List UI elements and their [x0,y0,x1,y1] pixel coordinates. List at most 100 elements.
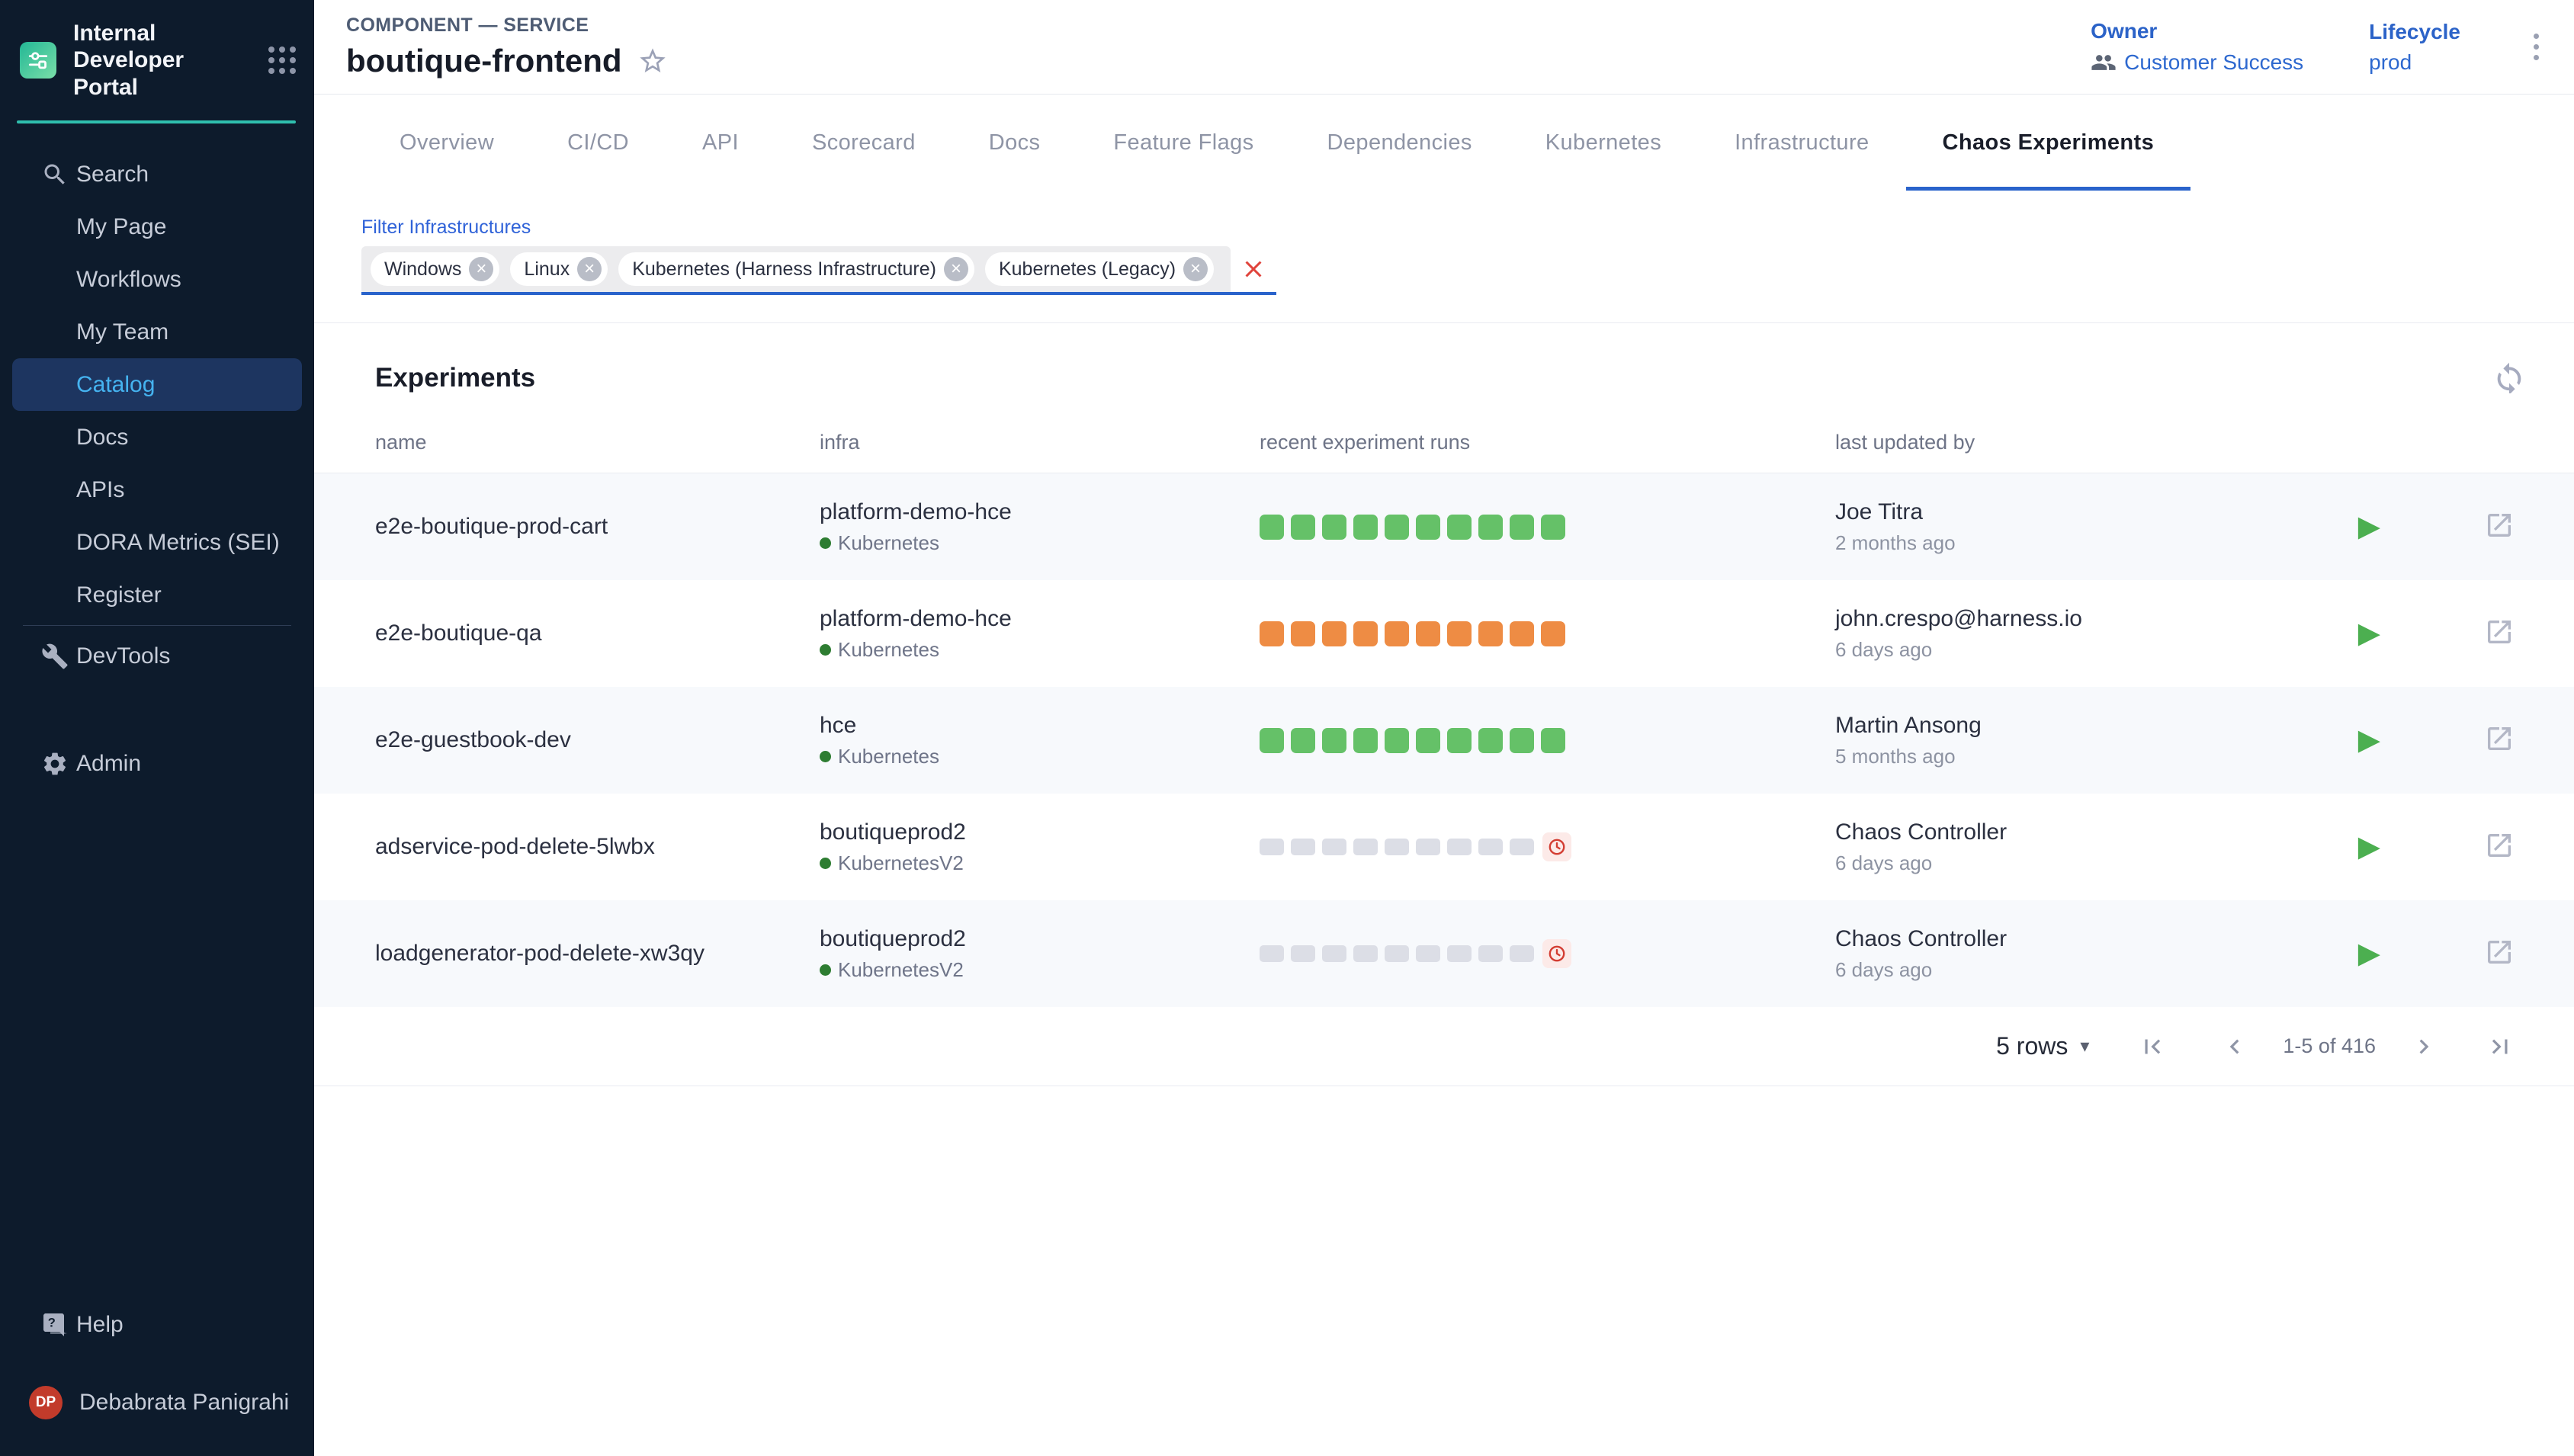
sidebar-item-catalog[interactable]: Catalog [12,358,302,411]
tab-api[interactable]: API [666,95,775,191]
tab-overview[interactable]: Overview [363,95,531,191]
user-menu[interactable]: DP Debabrata Panigrahi [0,1372,314,1433]
run-square-green[interactable] [1385,728,1409,753]
owner-link[interactable]: Customer Success [2091,50,2303,75]
tab-dependencies[interactable]: Dependencies [1291,95,1509,191]
run-square-gray[interactable] [1260,839,1284,855]
tab-chaos-experiments[interactable]: Chaos Experiments [1906,95,2191,191]
run-square-orange[interactable] [1385,621,1409,646]
tab-docs[interactable]: Docs [952,95,1077,191]
run-square-green[interactable] [1510,515,1534,540]
run-square-green[interactable] [1260,515,1284,540]
filter-chip[interactable]: Kubernetes (Legacy) × [985,252,1214,286]
run-square-orange[interactable] [1322,621,1346,646]
run-square-orange[interactable] [1541,621,1565,646]
open-in-new-icon[interactable] [2484,617,2515,651]
open-in-new-icon[interactable] [2484,723,2515,758]
sidebar-item-devtools[interactable]: DevTools [0,630,314,682]
chip-close-icon[interactable]: × [469,257,493,281]
run-square-gray[interactable] [1478,839,1503,855]
filter-chip[interactable]: Kubernetes (Harness Infrastructure) × [618,252,974,286]
run-square-green[interactable] [1322,728,1346,753]
run-square-green[interactable] [1447,728,1472,753]
next-page-icon[interactable] [2409,1032,2438,1061]
run-square-gray[interactable] [1291,839,1315,855]
run-square-green[interactable] [1322,515,1346,540]
run-square-gray[interactable] [1447,945,1472,962]
run-square-green[interactable] [1353,515,1378,540]
run-square-orange[interactable] [1260,621,1284,646]
run-square-gray[interactable] [1353,945,1378,962]
clear-filter-icon[interactable] [1231,246,1276,292]
filter-chip[interactable]: Linux × [510,252,608,286]
run-square-orange[interactable] [1291,621,1315,646]
rows-per-page-select[interactable]: 5 rows ▾ [1996,1032,2089,1060]
run-square-orange[interactable] [1510,621,1534,646]
sidebar-item-my-team[interactable]: My Team [0,306,314,358]
filter-input[interactable]: Windows × Linux × Kubernetes (Harness In… [361,246,1276,295]
sidebar-item-register[interactable]: Register [0,569,314,621]
refresh-icon[interactable] [2492,358,2527,397]
run-square-green[interactable] [1478,728,1503,753]
chip-close-icon[interactable]: × [577,257,602,281]
filter-chip[interactable]: Windows × [371,252,499,286]
run-square-gray[interactable] [1447,839,1472,855]
sidebar-item-apis[interactable]: APIs [0,463,314,516]
run-square-green[interactable] [1541,728,1565,753]
sidebar-item-search[interactable]: Search [0,148,314,200]
run-experiment-icon[interactable]: ▶ [2358,619,2380,648]
run-experiment-icon[interactable]: ▶ [2358,832,2380,861]
prev-page-icon[interactable] [2220,1032,2249,1061]
run-square-gray[interactable] [1385,945,1409,962]
table-row[interactable]: e2e-boutique-qa platform-demo-hce Kubern… [314,580,2574,687]
sidebar-item-dora-metrics[interactable]: DORA Metrics (SEI) [0,516,314,569]
run-square-gray[interactable] [1510,945,1534,962]
run-square-gray[interactable] [1416,945,1440,962]
run-experiment-icon[interactable]: ▶ [2358,726,2380,755]
run-square-green[interactable] [1510,728,1534,753]
run-square-green[interactable] [1291,728,1315,753]
tab-scorecard[interactable]: Scorecard [775,95,952,191]
open-in-new-icon[interactable] [2484,937,2515,971]
table-row[interactable]: loadgenerator-pod-delete-xw3qy boutiquep… [314,900,2574,1007]
run-square-green[interactable] [1447,515,1472,540]
run-square-gray[interactable] [1385,839,1409,855]
run-square-orange[interactable] [1416,621,1440,646]
first-page-icon[interactable] [2138,1032,2167,1061]
run-square-gray[interactable] [1478,945,1503,962]
run-square-green[interactable] [1260,728,1284,753]
tab-cicd[interactable]: CI/CD [531,95,666,191]
kebab-menu-icon[interactable] [2526,29,2547,65]
tab-feature-flags[interactable]: Feature Flags [1077,95,1290,191]
run-square-gray[interactable] [1260,945,1284,962]
run-square-green[interactable] [1416,515,1440,540]
sidebar-item-my-page[interactable]: My Page [0,200,314,253]
sidebar-item-admin[interactable]: Admin [0,737,314,790]
run-square-gray[interactable] [1322,839,1346,855]
open-in-new-icon[interactable] [2484,830,2515,864]
run-square-gray[interactable] [1322,945,1346,962]
chip-close-icon[interactable]: × [944,257,968,281]
open-in-new-icon[interactable] [2484,510,2515,544]
table-row[interactable]: e2e-boutique-prod-cart platform-demo-hce… [314,473,2574,580]
run-square-green[interactable] [1385,515,1409,540]
table-row[interactable]: e2e-guestbook-dev hce Kubernetes Martin … [314,687,2574,794]
run-experiment-icon[interactable]: ▶ [2358,512,2380,541]
run-square-green[interactable] [1291,515,1315,540]
run-experiment-icon[interactable]: ▶ [2358,939,2380,968]
run-square-green[interactable] [1416,728,1440,753]
run-square-green[interactable] [1541,515,1565,540]
last-page-icon[interactable] [2486,1032,2515,1061]
filter-infrastructures-label[interactable]: Filter Infrastructures [361,216,531,239]
run-square-green[interactable] [1353,728,1378,753]
run-square-gray[interactable] [1416,839,1440,855]
sidebar-item-workflows[interactable]: Workflows [0,253,314,306]
tab-kubernetes[interactable]: Kubernetes [1509,95,1698,191]
run-square-green[interactable] [1478,515,1503,540]
table-row[interactable]: adservice-pod-delete-5lwbx boutiqueprod2… [314,794,2574,900]
chip-close-icon[interactable]: × [1183,257,1208,281]
tab-infrastructure[interactable]: Infrastructure [1698,95,1905,191]
sidebar-item-docs[interactable]: Docs [0,411,314,463]
run-square-gray[interactable] [1353,839,1378,855]
run-square-gray[interactable] [1291,945,1315,962]
